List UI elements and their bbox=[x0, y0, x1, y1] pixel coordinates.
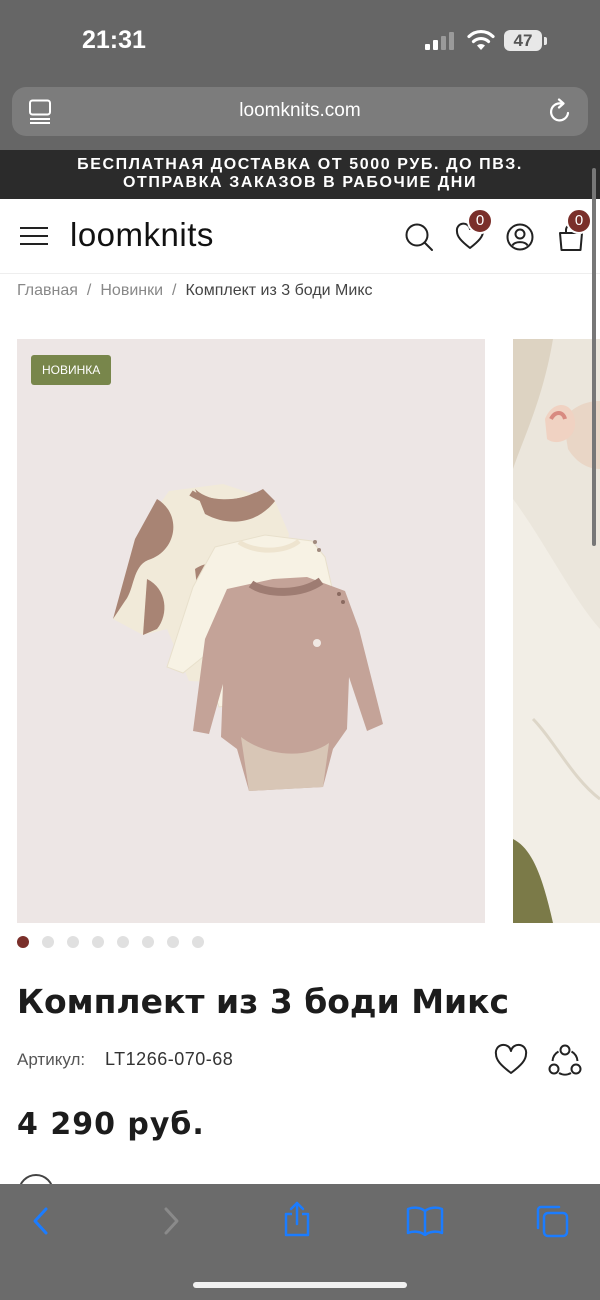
breadcrumb-home-link[interactable]: Главная bbox=[17, 282, 78, 299]
hamburger-icon[interactable] bbox=[20, 227, 48, 245]
product-main-image[interactable]: НОВИНКА bbox=[17, 339, 485, 923]
user-icon[interactable] bbox=[505, 222, 535, 252]
cellular-signal-icon bbox=[425, 30, 457, 50]
promo-banner: БЕСПЛАТНАЯ ДОСТАВКА ОТ 5000 РУБ. ДО ПВЗ.… bbox=[0, 150, 600, 199]
sku-value: LT1266-070-68 bbox=[105, 1049, 234, 1069]
gallery-dot[interactable] bbox=[92, 936, 104, 948]
back-arrow-icon[interactable] bbox=[30, 1204, 52, 1238]
wishlist-count-badge: 0 bbox=[467, 208, 493, 234]
promo-line-1: БЕСПЛАТНАЯ ДОСТАВКА ОТ 5000 РУБ. ДО ПВЗ. bbox=[77, 156, 523, 173]
product-title: Комплект из 3 боди Микс bbox=[17, 982, 510, 1021]
breadcrumb-separator: / bbox=[86, 282, 92, 299]
breadcrumb-new-link[interactable]: Новинки bbox=[100, 282, 163, 299]
gallery-dot[interactable] bbox=[142, 936, 154, 948]
sku-label: Артикул: bbox=[17, 1050, 86, 1069]
breadcrumb-separator: / bbox=[172, 282, 177, 299]
pink-bodysuit bbox=[193, 577, 383, 791]
breadcrumb-current: Комплект из 3 боди Микс bbox=[185, 282, 373, 299]
add-to-favorites-heart-icon[interactable] bbox=[494, 1043, 528, 1077]
address-bar[interactable]: loomknits.com bbox=[12, 87, 588, 136]
share-sheet-icon[interactable] bbox=[282, 1200, 312, 1238]
gallery-dot[interactable] bbox=[67, 936, 79, 948]
share-icon[interactable] bbox=[548, 1043, 582, 1077]
gallery-dot[interactable] bbox=[192, 936, 204, 948]
breadcrumb: Главная / Новинки / Комплект из 3 боди Микс bbox=[17, 282, 373, 300]
browser-chrome: 21:31 47 loomknits.com bbox=[0, 0, 600, 150]
reload-icon[interactable] bbox=[548, 98, 572, 124]
product-next-image[interactable] bbox=[513, 339, 600, 923]
gallery-dot[interactable] bbox=[17, 936, 29, 948]
site-header: loomknits 0 0 bbox=[0, 199, 600, 274]
search-icon[interactable] bbox=[404, 222, 434, 252]
home-indicator[interactable] bbox=[193, 1282, 407, 1288]
cart-count-badge: 0 bbox=[566, 208, 592, 234]
gallery-dot[interactable] bbox=[42, 936, 54, 948]
bodysuits-illustration bbox=[113, 484, 383, 791]
site-logo[interactable]: loomknits bbox=[70, 216, 214, 254]
gallery-dot[interactable] bbox=[117, 936, 129, 948]
forward-arrow-icon[interactable] bbox=[160, 1204, 182, 1238]
bookmarks-icon[interactable] bbox=[406, 1206, 444, 1236]
status-time: 21:31 bbox=[82, 26, 146, 54]
gallery-dot[interactable] bbox=[167, 936, 179, 948]
battery-indicator: 47 bbox=[504, 30, 542, 51]
tabs-icon[interactable] bbox=[535, 1204, 569, 1238]
wifi-icon bbox=[467, 29, 495, 50]
url-text[interactable]: loomknits.com bbox=[12, 100, 588, 122]
promo-line-2: ОТПРАВКА ЗАКАЗОВ В РАБОЧИЕ ДНИ bbox=[122, 174, 478, 191]
product-price: 4 290 руб. bbox=[17, 1107, 205, 1142]
baby-photo-preview bbox=[513, 339, 600, 923]
page-scrollbar[interactable] bbox=[592, 168, 596, 546]
battery-tip bbox=[544, 37, 547, 45]
